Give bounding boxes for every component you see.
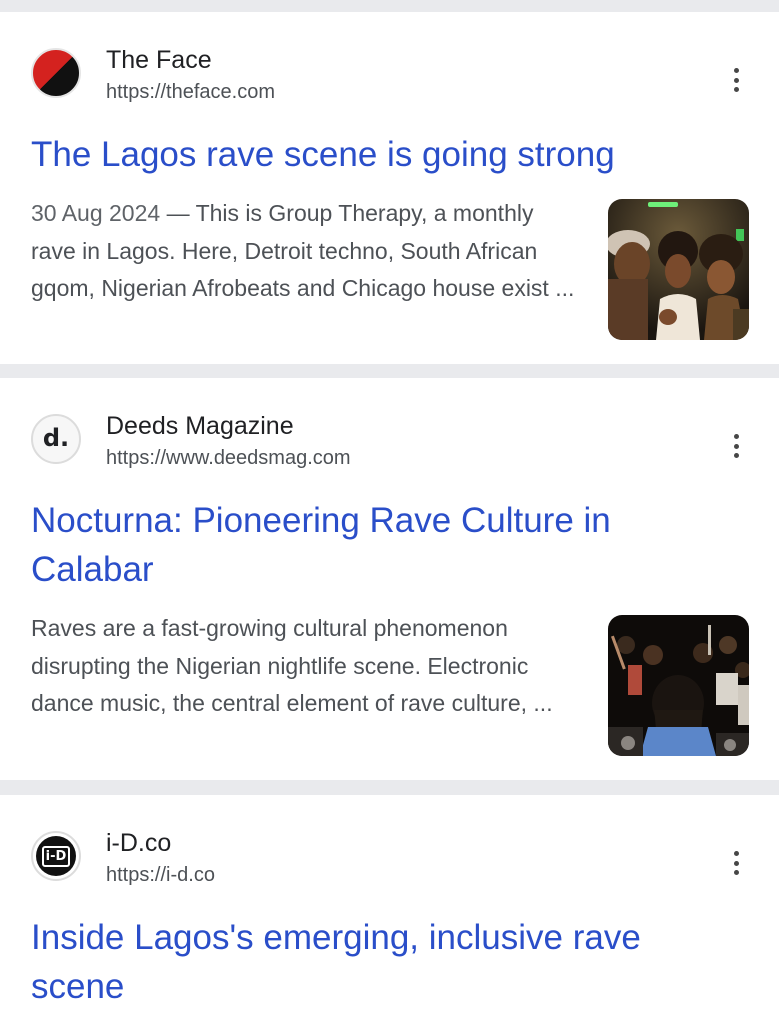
result-card-i-d: i-D i-D.co https://i-d.co Inside Lagos's…: [0, 795, 779, 1024]
search-results-page: The Face https://theface.com The Lagos r…: [0, 0, 779, 1024]
source-name[interactable]: i-D.co: [106, 828, 171, 858]
i-d-logo-badge: i-D: [36, 836, 76, 876]
source-url[interactable]: https://i-d.co: [106, 862, 215, 888]
dj-crowd-thumbnail[interactable]: [608, 615, 749, 756]
result-snippet: 30 Aug 2024 — This is Group Therapy, a m…: [31, 195, 576, 308]
result-title-link[interactable]: Inside Lagos's emerging, inclusive rave …: [31, 913, 731, 1011]
result-snippet: Raves are a fast-growing cultural phenom…: [31, 615, 553, 716]
deeds-favicon-icon[interactable]: d.: [31, 414, 81, 464]
more-options-icon[interactable]: [722, 430, 750, 462]
i-d-logo-text: i-D: [41, 845, 71, 867]
date-separator: —: [160, 200, 196, 226]
rave-crowd-thumbnail[interactable]: [608, 199, 749, 340]
result-title-link[interactable]: The Lagos rave scene is going strong: [31, 130, 731, 179]
result-card-the-face: The Face https://theface.com The Lagos r…: [0, 12, 779, 364]
source-name[interactable]: The Face: [106, 45, 212, 75]
deeds-logo-text: d.: [42, 424, 70, 452]
i-d-favicon-icon[interactable]: i-D: [31, 831, 81, 881]
result-date: 30 Aug 2024: [31, 200, 161, 226]
the-face-favicon-icon[interactable]: [31, 48, 81, 98]
source-name[interactable]: Deeds Magazine: [106, 411, 294, 441]
result-card-deeds-magazine: d. Deeds Magazine https://www.deedsmag.c…: [0, 378, 779, 780]
more-options-icon[interactable]: [722, 847, 750, 879]
result-title-link[interactable]: Nocturna: Pioneering Rave Culture in Cal…: [31, 496, 731, 594]
more-options-icon[interactable]: [722, 64, 750, 96]
source-url[interactable]: https://theface.com: [106, 79, 275, 105]
source-url[interactable]: https://www.deedsmag.com: [106, 445, 351, 471]
